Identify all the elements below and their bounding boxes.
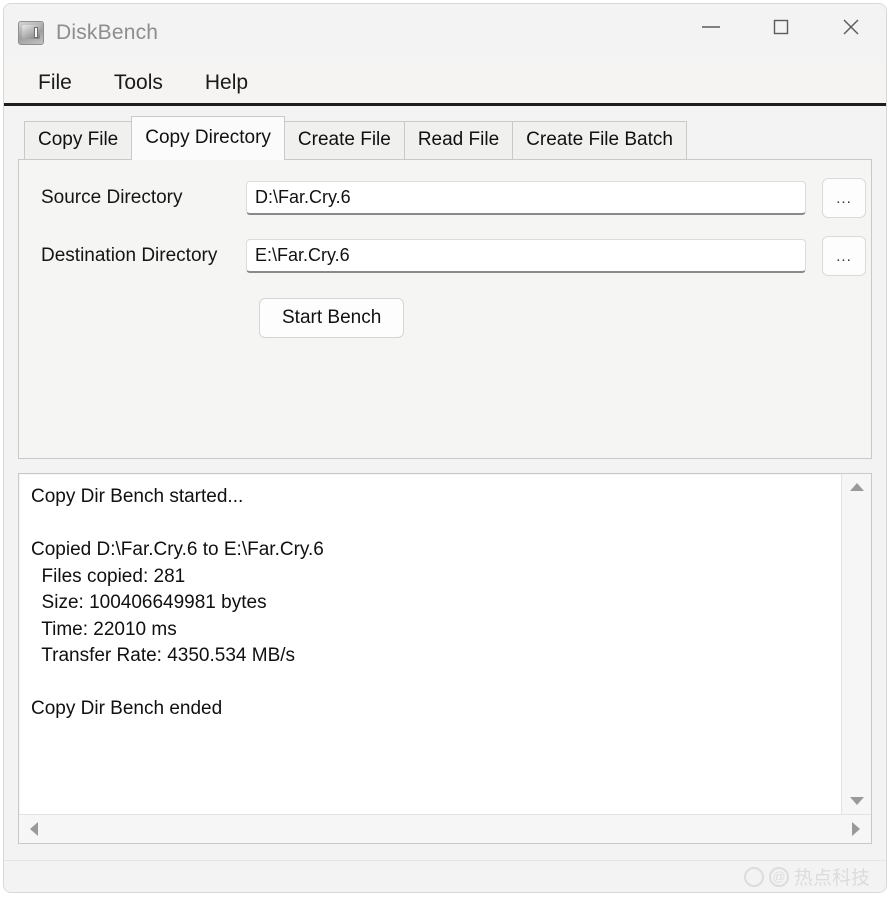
source-directory-label: Source Directory [41,187,183,208]
menu-item-file[interactable]: File [22,68,88,98]
tab-copy-file[interactable]: Copy File [24,121,133,159]
disk-drive-icon [18,21,44,45]
log-output-body: Copy Dir Bench started... Copied D:\Far.… [19,474,871,814]
destination-browse-button[interactable]: ... [822,236,866,276]
log-output-panel: Copy Dir Bench started... Copied D:\Far.… [18,473,872,844]
tab-create-file-batch[interactable]: Create File Batch [512,121,687,159]
maximize-icon [771,17,791,37]
source-directory-input[interactable]: D:\Far.Cry.6 [246,181,806,215]
maximize-button[interactable] [746,4,816,50]
source-directory-row: Source Directory D:\Far.Cry.6 ... [19,178,871,218]
app-window: DiskBench File Tools Help Copy File Copy… [3,3,887,893]
window-title: DiskBench [56,21,159,44]
log-vertical-scrollbar[interactable] [841,474,871,814]
title-bar-left: DiskBench [4,21,158,45]
close-icon [840,16,862,38]
minimize-icon [700,21,722,33]
log-output-text: Copy Dir Bench started... Copied D:\Far.… [20,475,841,814]
copy-directory-panel: Source Directory D:\Far.Cry.6 ... Destin… [18,159,872,459]
tab-read-file[interactable]: Read File [403,121,514,159]
minimize-button[interactable] [676,4,746,50]
source-browse-button[interactable]: ... [822,178,866,218]
start-bench-button[interactable]: Start Bench [259,298,405,338]
log-horizontal-scrollbar[interactable] [19,814,871,843]
at-sign-icon: @ [768,866,789,887]
destination-directory-row: Destination Directory E:\Far.Cry.6 ... [19,236,871,276]
title-bar: DiskBench [4,4,886,62]
start-bench-row: Start Bench [19,298,871,338]
paw-icon [743,866,764,887]
watermark: @ 热点科技 [743,863,870,890]
menu-item-help[interactable]: Help [189,68,264,98]
tab-copy-directory[interactable]: Copy Directory [131,116,285,160]
menu-item-tools[interactable]: Tools [98,68,179,98]
scroll-left-icon[interactable] [25,821,43,837]
destination-directory-label: Destination Directory [41,245,218,266]
tab-strip: Copy File Copy Directory Create File Rea… [18,116,872,160]
tab-create-file[interactable]: Create File [283,121,405,159]
window-controls [676,4,886,50]
main-content: Copy File Copy Directory Create File Rea… [4,106,886,860]
destination-directory-input[interactable]: E:\Far.Cry.6 [246,239,806,273]
scroll-down-icon[interactable] [848,793,866,809]
close-button[interactable] [816,4,886,50]
menu-bar: File Tools Help [4,62,886,106]
scroll-right-icon[interactable] [847,821,865,837]
scroll-up-icon[interactable] [848,479,866,495]
watermark-text: 热点科技 [793,868,870,889]
